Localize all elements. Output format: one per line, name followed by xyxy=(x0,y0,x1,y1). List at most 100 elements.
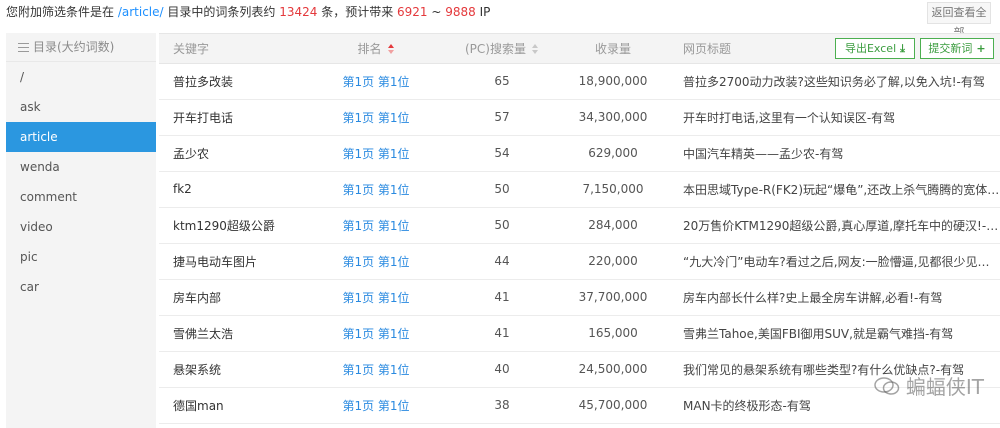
table-row: 开车打电话 第1页 第1位 57 34,300,000 开车时打电话,这里有一个认知误区… xyxy=(159,99,1000,136)
included-count-cell: 220,000 xyxy=(553,243,673,280)
summary-ip-label: IP xyxy=(475,5,491,19)
keyword-cell: 孟少农 xyxy=(159,135,301,172)
search-volume-cell: 41 xyxy=(451,315,553,352)
search-volume-cell: 40 xyxy=(451,351,553,388)
keyword-cell: 雪佛兰太浩 xyxy=(159,315,301,352)
included-count-cell: 284,000 xyxy=(553,207,673,244)
download-icon: ⤓ xyxy=(900,42,905,55)
table-row: 德国man 第1页 第1位 38 45,700,000 MAN卡的终极形态-有驾 xyxy=(159,387,1000,424)
table-row: ktm1290超级公爵 第1页 第1位 50 284,000 20万售价KTM1290超… xyxy=(159,207,1000,244)
keyword-cell: 普拉多改装 xyxy=(159,63,301,100)
rank-link[interactable]: 第1页 第1位 xyxy=(301,387,451,424)
summary-count: 13424 xyxy=(279,5,318,19)
col-header-included: 收录量 xyxy=(553,34,673,64)
search-volume-cell: 41 xyxy=(451,279,553,316)
keyword-cell: 悬架系统 xyxy=(159,351,301,388)
sidebar-list: / ask article wenda comment video pic car xyxy=(6,62,156,302)
col-header-rank[interactable]: 排名 xyxy=(301,34,451,64)
col-header-included-label: 收录量 xyxy=(594,41,631,56)
included-count-cell: 34,300,000 xyxy=(553,99,673,136)
included-count-cell: 629,000 xyxy=(553,135,673,172)
table-body: 普拉多改装 第1页 第1位 65 18,900,000 普拉多2700动力改装?这些知识… xyxy=(159,63,1000,424)
keyword-cell: 开车打电话 xyxy=(159,99,301,136)
rank-link[interactable]: 第1页 第1位 xyxy=(301,279,451,316)
summary-tilde: ~ xyxy=(427,5,446,19)
summary-prefix: 您附加筛选条件是在 xyxy=(6,5,118,19)
search-volume-cell: 50 xyxy=(451,171,553,208)
included-count-cell: 165,000 xyxy=(553,315,673,352)
sidebar-item-car[interactable]: car xyxy=(6,272,156,302)
sidebar-item-root[interactable]: / xyxy=(6,62,156,92)
table-header-row: 关键字 排名 (PC)搜索量 收录量 网页标题 导出Excel ⤓ 提交新词 + xyxy=(159,34,1000,64)
page-title-cell: 本田思域Type-R(FK2)玩起“爆龟”,还改上杀气腾腾的宽体套... xyxy=(673,171,1000,208)
col-header-search[interactable]: (PC)搜索量 xyxy=(451,34,553,64)
table-row: 房车内部 第1页 第1位 41 37,700,000 房车内部长什么样?史上最全房车讲解… xyxy=(159,279,1000,316)
export-excel-label: 导出Excel xyxy=(844,42,897,55)
rank-link[interactable]: 第1页 第1位 xyxy=(301,315,451,352)
page-title-cell: MAN卡的终极形态-有驾 xyxy=(673,387,1000,424)
col-header-keyword: 关键字 xyxy=(159,34,301,64)
sidebar-item-wenda[interactable]: wenda xyxy=(6,152,156,182)
search-volume-cell: 44 xyxy=(451,243,553,280)
col-header-search-label: (PC)搜索量 xyxy=(465,41,526,56)
list-icon xyxy=(18,43,29,52)
rank-link[interactable]: 第1页 第1位 xyxy=(301,135,451,172)
summary-mid: 目录中的词条列表约 xyxy=(163,5,280,19)
included-count-cell: 45,700,000 xyxy=(553,387,673,424)
summary-path[interactable]: /article/ xyxy=(118,5,164,19)
keyword-cell: 德国man xyxy=(159,387,301,424)
keyword-table-wrap: 关键字 排名 (PC)搜索量 收录量 网页标题 导出Excel ⤓ 提交新词 + 普… xyxy=(159,33,1000,428)
col-header-title: 网页标题 导出Excel ⤓ 提交新词 + xyxy=(673,34,1000,64)
included-count-cell: 18,900,000 xyxy=(553,63,673,100)
page-title-cell: 我们常见的悬架系统有哪些类型?有什么优缺点?-有驾 xyxy=(673,351,1000,388)
page-title-cell: 20万售价KTM1290超级公爵,真心厚道,摩托车中的硬汉!-有驾 xyxy=(673,207,1000,244)
rank-link[interactable]: 第1页 第1位 xyxy=(301,243,451,280)
rank-link[interactable]: 第1页 第1位 xyxy=(301,63,451,100)
summary-unit: 条，预计带来 xyxy=(317,5,398,19)
sort-active-icon[interactable] xyxy=(387,43,395,54)
col-header-rank-label: 排名 xyxy=(357,41,382,56)
page-title-cell: 普拉多2700动力改装?这些知识务必了解,以免入坑!-有驾 xyxy=(673,63,1000,100)
search-volume-cell: 65 xyxy=(451,63,553,100)
submit-new-word-label: 提交新词 xyxy=(928,42,973,55)
page-title-cell: “九大冷门”电动车?看过之后,网友:一脸懵逼,见都很少见过... xyxy=(673,243,1000,280)
included-count-cell: 24,500,000 xyxy=(553,351,673,388)
rank-link[interactable]: 第1页 第1位 xyxy=(301,207,451,244)
keyword-cell: ktm1290超级公爵 xyxy=(159,207,301,244)
keyword-table: 关键字 排名 (PC)搜索量 收录量 网页标题 导出Excel ⤓ 提交新词 + 普… xyxy=(159,34,1000,424)
page-title-cell: 房车内部长什么样?史上最全房车讲解,必看!-有驾 xyxy=(673,279,1000,316)
included-count-cell: 7,150,000 xyxy=(553,171,673,208)
rank-link[interactable]: 第1页 第1位 xyxy=(301,171,451,208)
table-row: 普拉多改装 第1页 第1位 65 18,900,000 普拉多2700动力改装?这些知识… xyxy=(159,63,1000,100)
filter-summary: 您附加筛选条件是在 /article/ 目录中的词条列表约 13424 条，预计… xyxy=(6,0,490,26)
summary-ip-low: 6921 xyxy=(397,5,428,19)
col-header-title-label: 网页标题 xyxy=(683,41,732,56)
rank-link[interactable]: 第1页 第1位 xyxy=(301,99,451,136)
sidebar-item-ask[interactable]: ask xyxy=(6,92,156,122)
submit-new-word-button[interactable]: 提交新词 + xyxy=(920,38,994,59)
sidebar-item-video[interactable]: video xyxy=(6,212,156,242)
sidebar-item-article[interactable]: article xyxy=(6,122,156,152)
sort-icon[interactable] xyxy=(531,43,539,54)
sidebar-item-pic[interactable]: pic xyxy=(6,242,156,272)
keyword-cell: 房车内部 xyxy=(159,279,301,316)
page-title-cell: 雪弗兰Tahoe,美国FBI御用SUV,就是霸气难挡-有驾 xyxy=(673,315,1000,352)
export-excel-button[interactable]: 导出Excel ⤓ xyxy=(835,38,915,59)
sidebar-item-comment[interactable]: comment xyxy=(6,182,156,212)
table-row: 悬架系统 第1页 第1位 40 24,500,000 我们常见的悬架系统有哪些类型?有什… xyxy=(159,351,1000,388)
table-row: 捷马电动车图片 第1页 第1位 44 220,000 “九大冷门”电动车?看过之后,网友… xyxy=(159,243,1000,280)
sidebar-header-label: 目录(大约词数) xyxy=(33,40,115,54)
table-row: fk2 第1页 第1位 50 7,150,000 本田思域Type-R(FK2)玩起“爆… xyxy=(159,171,1000,208)
keyword-cell: 捷马电动车图片 xyxy=(159,243,301,280)
search-volume-cell: 54 xyxy=(451,135,553,172)
search-volume-cell: 50 xyxy=(451,207,553,244)
rank-link[interactable]: 第1页 第1位 xyxy=(301,351,451,388)
sidebar-header: 目录(大约词数) xyxy=(6,33,156,62)
table-row: 孟少农 第1页 第1位 54 629,000 中国汽车精英——孟少农-有驾 xyxy=(159,135,1000,172)
keyword-cell: fk2 xyxy=(159,171,301,208)
included-count-cell: 37,700,000 xyxy=(553,279,673,316)
summary-ip-high: 9888 xyxy=(445,5,476,19)
table-row: 雪佛兰太浩 第1页 第1位 41 165,000 雪弗兰Tahoe,美国FBI御用SUV… xyxy=(159,315,1000,352)
col-header-keyword-label: 关键字 xyxy=(173,41,210,56)
back-to-all-button[interactable]: 返回查看全部 xyxy=(927,2,991,39)
